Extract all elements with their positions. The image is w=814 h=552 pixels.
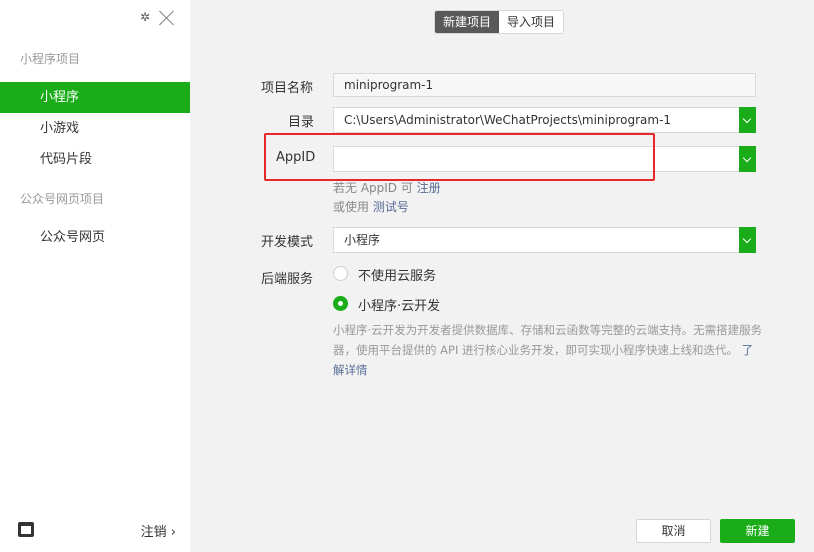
sidebar: ✲ 小程序项目 小程序 小游戏 代码片段 公众号网页项目 公众号网页 注销 › (0, 0, 190, 552)
directory-label: 目录 (288, 115, 315, 130)
project-name-label: 项目名称 (261, 81, 314, 96)
register-hint: 若无 AppID 可 注册 (333, 179, 441, 196)
cancel-button[interactable]: 取消 (636, 519, 711, 543)
section-title-web: 公众号网页项目 (20, 192, 105, 206)
radio-cloud-label[interactable]: 小程序·云开发 (358, 295, 440, 314)
chevron-down-icon[interactable] (739, 107, 756, 133)
account-icon[interactable] (18, 522, 34, 537)
gear-icon[interactable]: ✲ (138, 10, 152, 24)
dev-mode-label: 开发模式 (261, 235, 314, 250)
project-tabs: 新建项目 导入项目 (434, 10, 565, 34)
test-account-hint: 或使用 测试号 (333, 198, 409, 215)
backend-label: 后端服务 (261, 272, 314, 287)
tab-new-project[interactable]: 新建项目 (435, 11, 500, 33)
register-hint-text: 若无 AppID 可 (333, 181, 417, 195)
radio-no-cloud[interactable] (333, 266, 348, 281)
register-link[interactable]: 注册 (417, 181, 441, 195)
sidebar-item-minigame[interactable]: 小游戏 (0, 113, 190, 144)
chevron-down-icon[interactable] (739, 146, 756, 172)
dev-mode-select[interactable]: 小程序 (333, 227, 756, 253)
radio-cloud[interactable] (333, 296, 348, 311)
test-account-link[interactable]: 测试号 (373, 200, 409, 214)
create-button[interactable]: 新建 (720, 519, 795, 543)
section-title-mini: 小程序项目 (20, 52, 81, 66)
directory-value: C:\Users\Administrator\WeChatProjects\mi… (344, 113, 672, 127)
sidebar-item-code-snippet[interactable]: 代码片段 (0, 144, 190, 175)
sidebar-item-webpage[interactable]: 公众号网页 (0, 222, 190, 253)
directory-select[interactable]: C:\Users\Administrator\WeChatProjects\mi… (333, 107, 756, 133)
sidebar-item-miniprogram[interactable]: 小程序 (0, 82, 190, 113)
cloud-description: 小程序·云开发为开发者提供数据库、存储和云函数等完整的云端支持。无需搭建服务器，… (333, 320, 763, 380)
logout-button[interactable]: 注销 › (141, 521, 176, 540)
close-icon[interactable] (158, 8, 176, 26)
chevron-down-icon[interactable] (739, 227, 756, 253)
project-name-input[interactable]: miniprogram-1 (333, 73, 756, 97)
dev-mode-value: 小程序 (344, 233, 381, 247)
radio-no-cloud-label[interactable]: 不使用云服务 (358, 265, 436, 284)
window-controls: ✲ (138, 8, 176, 26)
test-account-hint-text: 或使用 (333, 200, 373, 214)
highlight-box (264, 133, 655, 181)
cloud-description-text: 小程序·云开发为开发者提供数据库、存储和云函数等完整的云端支持。无需搭建服务器，… (333, 323, 763, 357)
main-panel: 新建项目 导入项目 项目名称 miniprogram-1 目录 C:\Users… (190, 0, 814, 552)
tab-import-project[interactable]: 导入项目 (499, 11, 564, 33)
